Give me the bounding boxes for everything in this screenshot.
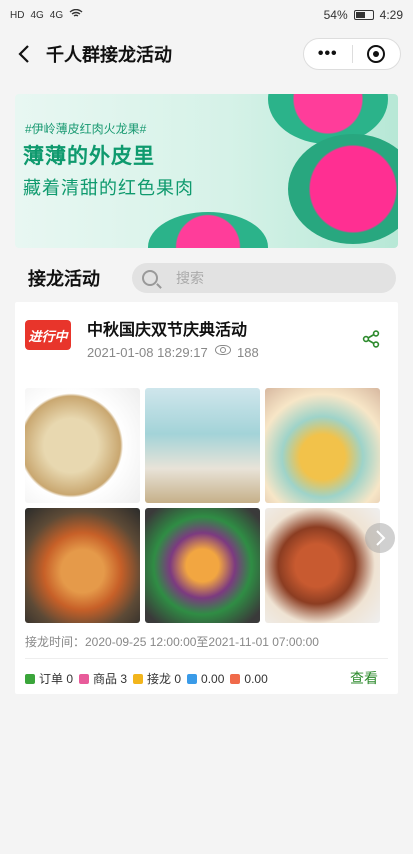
product-image[interactable] [25,388,140,503]
status-left: HD 4G 4G [10,8,83,22]
status-bar: HD 4G 4G 54% 4:29 [0,0,413,30]
search-bar[interactable] [132,263,396,293]
battery-percent: 54% [323,8,348,22]
amount-stat-1: 0.00 [187,672,224,686]
close-miniapp-button[interactable] [352,45,400,63]
search-icon [142,270,158,286]
relay-icon [133,673,144,684]
search-input[interactable] [176,270,376,286]
wifi-icon [69,8,83,22]
products-stat: 商品 3 [79,670,127,687]
status-badge: 进行中 [25,320,71,350]
share-icon [362,330,380,348]
activity-card[interactable]: 进行中 中秋国庆双节庆典活动 2021-01-08 18:29:17 188 接… [15,302,398,694]
promo-banner[interactable]: #伊岭薄皮红肉火龙果# 薄薄的外皮里 藏着清甜的红色果肉 [15,94,398,248]
divider [25,658,388,659]
activity-created-time: 2021-01-08 18:29:17 [87,345,208,360]
orders-stat: 订单 0 [25,670,73,687]
product-icon [79,673,90,684]
product-image[interactable] [25,508,140,623]
miniapp-capsule: ••• [303,38,401,70]
network-indicator-2: 4G [49,9,64,21]
page-title: 千人群接龙活动 [46,45,172,65]
relays-stat: 接龙 0 [133,670,181,687]
amount-1: 0.00 [201,671,225,686]
more-button[interactable]: ••• [304,45,352,63]
back-button[interactable] [12,42,36,66]
view-count: 188 [237,345,259,360]
status-right: 54% 4:29 [324,8,403,22]
order-icon [25,673,35,684]
dragonfruit-image [148,212,268,248]
orders-count: 订单 0 [39,672,74,686]
product-image[interactable] [145,388,260,503]
image-scroll-button[interactable] [365,523,395,553]
products-count: 商品 3 [93,672,128,686]
activity-stats: 订单 0 商品 3 接龙 0 0.00 0.00 [25,670,274,687]
amount-stat-2: 0.00 [230,671,268,686]
chevron-left-icon [18,45,29,63]
relay-period: 接龙时间：2020-09-25 12:00:00至2021-11-01 07:0… [25,635,319,649]
target-icon [367,45,386,63]
hd-indicator: HD [10,9,25,21]
product-image[interactable] [145,508,260,623]
banner-headline: 薄薄的外皮里 [23,145,155,168]
product-image-grid [25,388,395,623]
banner-subheadline: 藏着清甜的红色果肉 [23,178,194,198]
banner-tag: #伊岭薄皮红肉火龙果# [25,122,147,136]
clock: 4:29 [379,8,403,22]
dragonfruit-image [288,134,398,244]
share-button[interactable] [362,330,380,348]
amount-2: 0.00 [244,671,268,686]
amount-icon [187,673,198,684]
product-image[interactable] [265,508,380,623]
nav-bar: 千人群接龙活动 ••• [0,30,413,78]
section-header: 接龙活动 [0,256,413,300]
eye-icon [215,345,231,355]
view-button[interactable]: 查看 [350,668,378,688]
network-indicator-1: 4G [30,9,44,21]
section-title: 接龙活动 [28,269,100,289]
product-image[interactable] [265,388,380,503]
activity-title: 中秋国庆双节庆典活动 [87,322,248,339]
chevron-right-icon [376,530,386,546]
refund-icon [230,673,241,684]
battery-icon [353,10,374,20]
relays-count: 接龙 0 [147,672,182,686]
